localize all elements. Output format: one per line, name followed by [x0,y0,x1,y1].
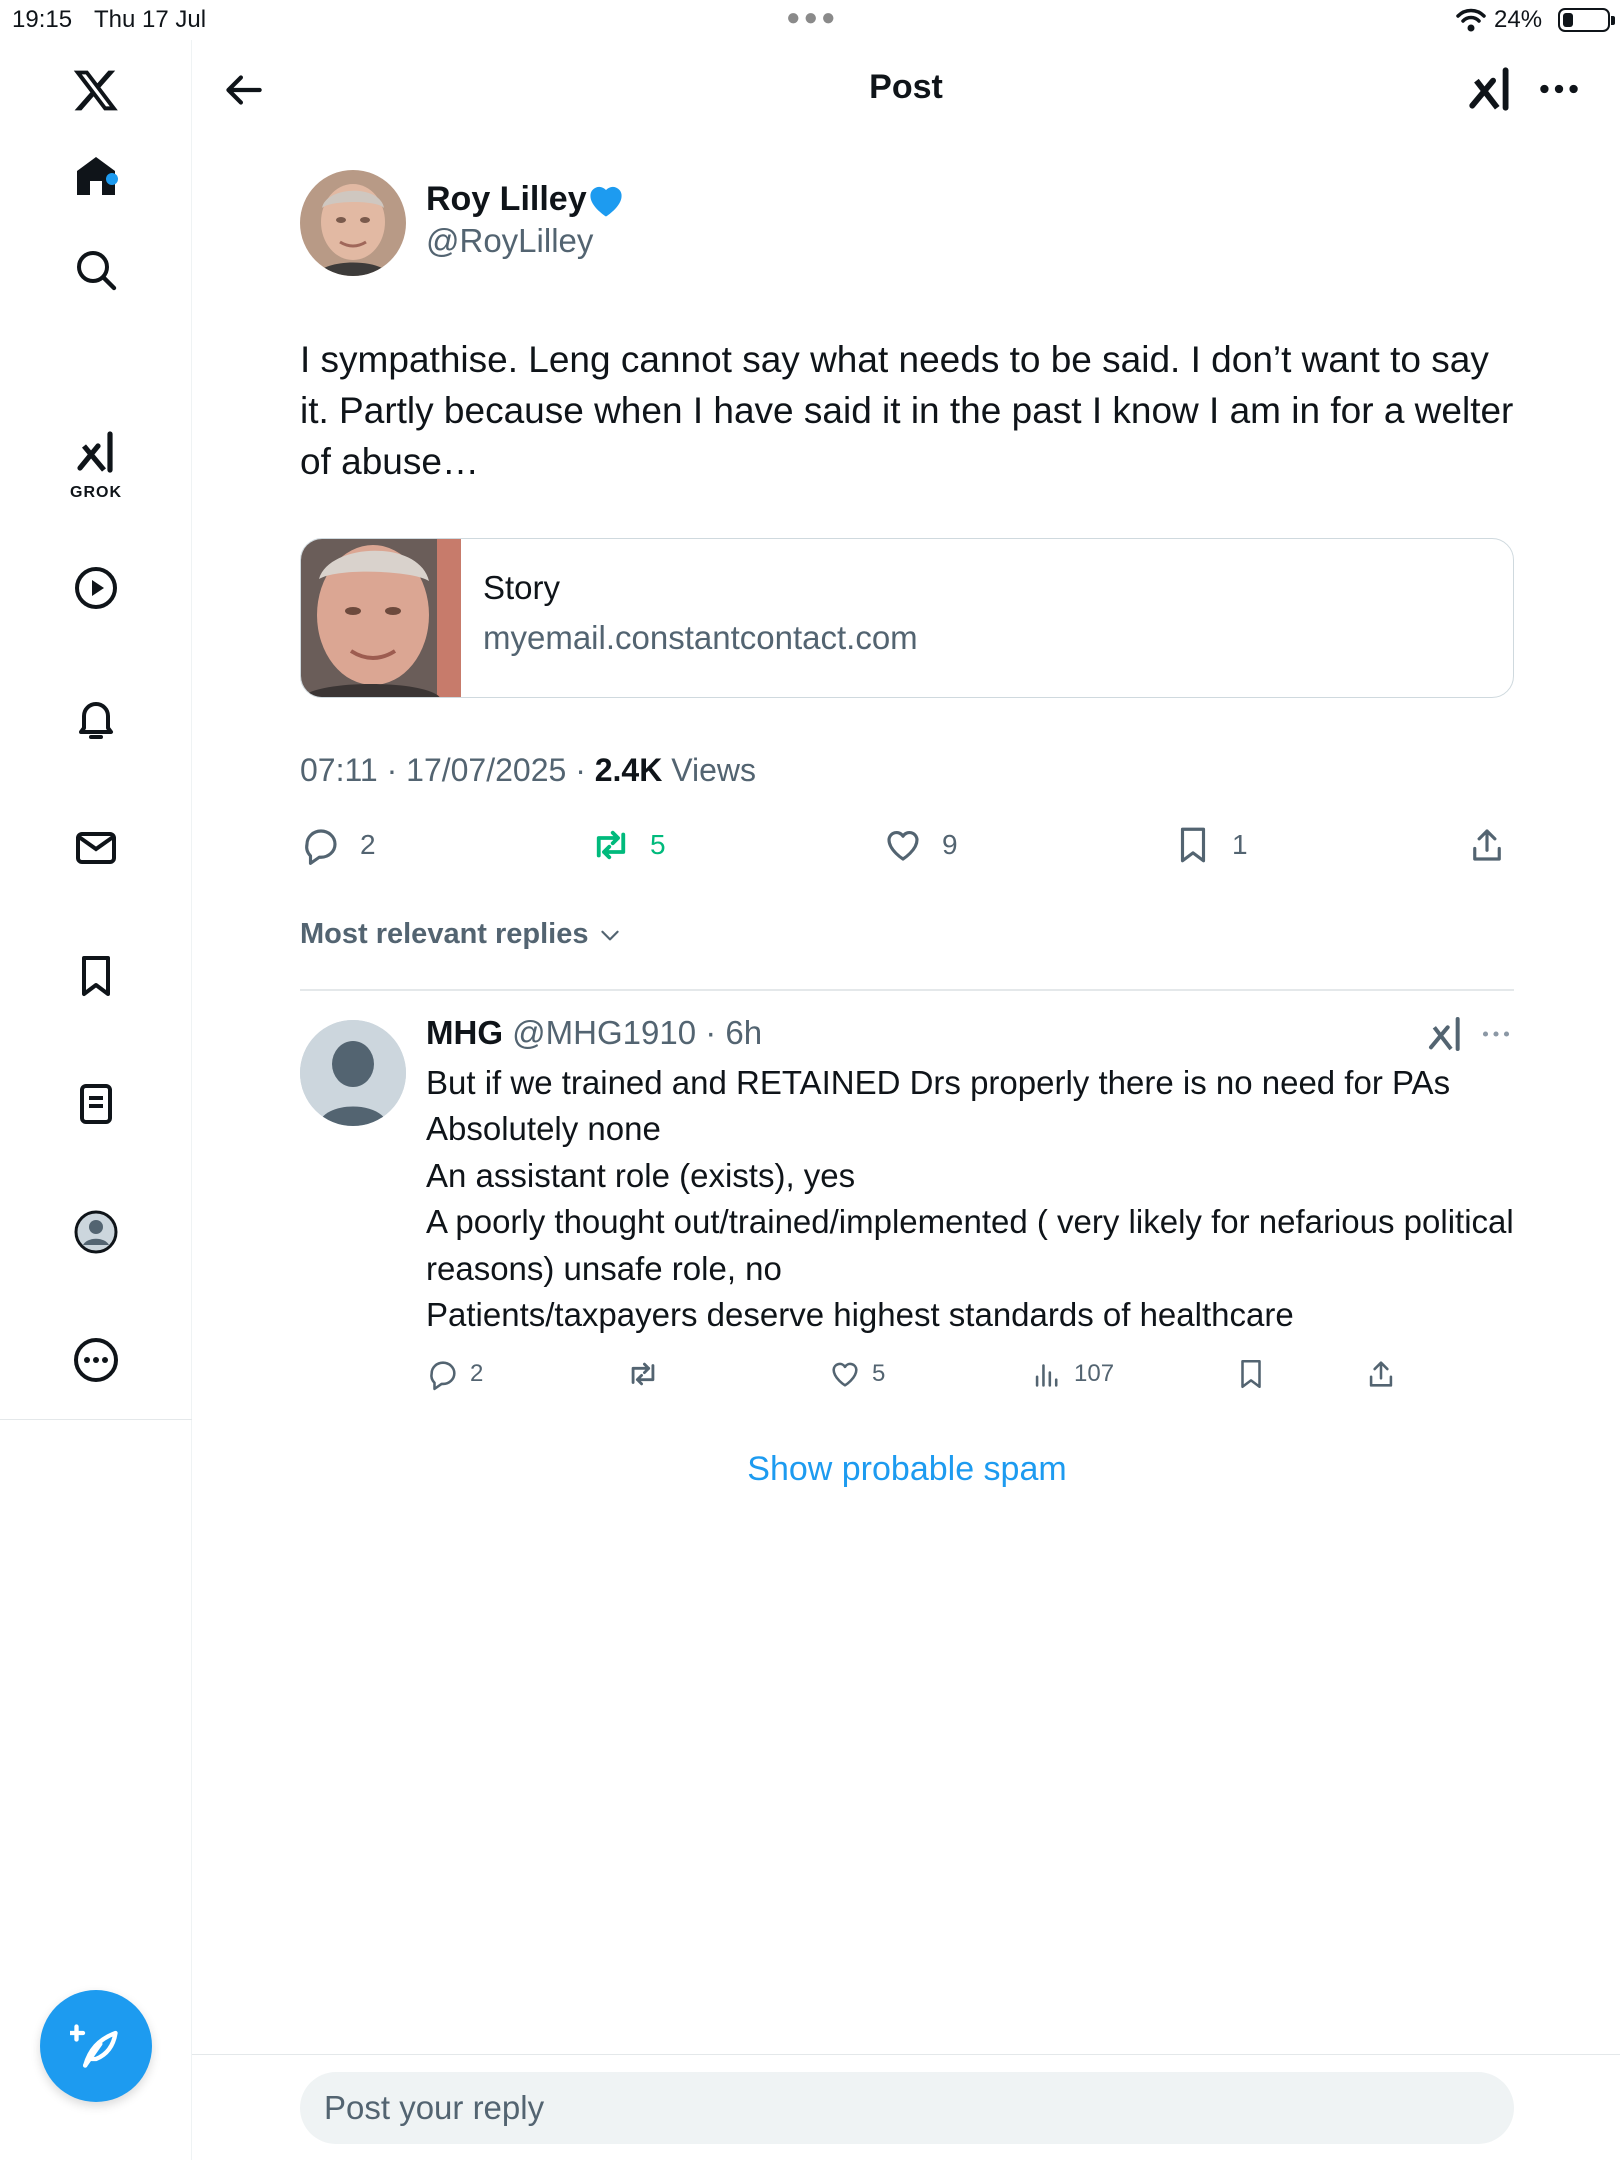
link-domain: myemail.constantcontact.com [483,619,918,656]
battery-icon [1558,8,1615,32]
post-meta: 07:11 · 17/07/2025 · 2.4K Views [300,752,756,789]
author-avatar[interactable] [300,170,406,276]
like-count: 9 [942,829,958,860]
share-icon [1369,1361,1393,1387]
grok-icon[interactable] [1426,1014,1466,1054]
sidebar-item-bookmarks[interactable] [66,946,126,1006]
profile-avatar-icon [74,1210,118,1254]
reply-like-button[interactable]: 5 [828,1352,885,1396]
reply-repost-button[interactable] [626,1352,660,1396]
reply-bookmark-button[interactable] [1234,1352,1268,1396]
sidebar-item-explore[interactable] [66,240,126,300]
post-timestamp[interactable]: 07:11 · 17/07/2025 · [300,752,595,788]
post-action-bar: 2 5 9 1 [300,818,1514,872]
reply-share-button[interactable] [1364,1352,1398,1396]
heart-icon [887,831,919,861]
grok-icon[interactable] [1466,64,1516,114]
views-label: Views [662,752,756,788]
reply-views-count: 107 [1074,1360,1115,1387]
show-probable-spam-link[interactable]: Show probable spam [300,1450,1514,1489]
more-circle-icon [74,1338,118,1382]
link-preview-card[interactable]: Story myemail.constantcontact.com [300,538,1514,698]
compose-post-button[interactable] [40,1990,152,2102]
author-handle[interactable]: @RoyLilley [426,222,593,260]
verified-heart-icon [590,186,622,217]
reply-header: MHG @MHG1910 · 6h [426,1014,762,1052]
like-button[interactable]: 9 [882,818,958,872]
home-notification-dot [106,173,118,185]
bookmark-count: 1 [1232,829,1248,860]
reply-reply-button[interactable]: 2 [426,1352,483,1396]
more-options-icon[interactable] [1534,64,1584,114]
sidebar-item-messages[interactable] [66,818,126,878]
reply-avatar[interactable] [300,1020,406,1126]
grok-label: GROK [70,484,122,501]
repost-icon [596,830,626,860]
chevron-down-icon [600,930,619,940]
reply-sort-dropdown[interactable]: Most relevant replies [300,918,623,951]
repost-button[interactable]: 5 [590,818,666,872]
repost-icon [631,1362,655,1386]
play-circle-icon [75,567,117,609]
wifi-icon [1456,8,1486,32]
sidebar-item-lists[interactable] [66,1074,126,1134]
search-icon [77,251,117,291]
sidebar-item-profile[interactable] [66,1202,126,1262]
mail-icon [76,832,116,864]
reply-composer-bar [192,2054,1620,2160]
reply-like-count: 5 [872,1360,886,1387]
reply-text: But if we trained and RETAINED Drs prope… [426,1064,1514,1334]
views-count: 2.4K [594,752,663,788]
reply-views-button[interactable]: 107 [1030,1352,1114,1396]
bookmark-icon [1180,827,1206,863]
reply-icon [305,829,337,865]
share-icon [1473,829,1501,861]
reply-count: 2 [360,829,376,860]
sidebar-item-more[interactable] [66,1330,126,1390]
heart-icon [832,1362,858,1387]
bookmark-icon [82,956,110,996]
reply-author-name[interactable]: MHG [426,1014,503,1051]
bookmark-icon [1241,1359,1261,1389]
reply-input[interactable] [300,2072,1514,2144]
status-time: 19:15 [12,6,73,33]
sidebar-item-notifications[interactable] [66,688,126,748]
sidebar-divider [0,1419,192,1420]
author-name[interactable]: Roy Lilley [426,180,587,219]
reply-reply-count: 2 [470,1360,484,1387]
grok-icon [77,431,113,473]
multitasking-dots-icon[interactable]: ●●● [786,4,839,32]
reply-action-bar: 2 5 107 [426,1352,1426,1396]
share-button[interactable] [1466,818,1508,872]
compose-feather-icon [70,2024,118,2068]
link-thumbnail [301,539,461,697]
link-title: Story [483,569,561,606]
bell-icon [79,702,113,739]
views-chart-icon [1035,1364,1058,1387]
bookmark-button[interactable]: 1 [1172,818,1248,872]
status-bar: 19:15 Thu 17 Jul ●●● 24% [0,0,1620,40]
list-icon [80,1084,112,1124]
reply-icon [430,1361,456,1391]
page-title: Post [869,68,943,106]
reply-handle-time: @MHG1910 · 6h [503,1014,763,1051]
section-divider [300,989,1514,991]
reply-button[interactable]: 2 [300,818,376,872]
sidebar-item-video[interactable] [66,558,126,618]
x-logo-icon[interactable] [66,60,126,120]
battery-percentage: 24% [1494,6,1543,33]
post-text: I sympathise. Leng cannot say what needs… [300,339,1514,482]
reply-sort-label: Most relevant replies [300,918,589,950]
sidebar-nav: GROK [0,40,192,2160]
sidebar-item-grok[interactable] [66,422,126,482]
post-header: Post [192,40,1620,140]
reply-more-icon[interactable] [1478,1016,1514,1052]
status-date: Thu 17 Jul [94,6,207,33]
repost-count: 5 [650,829,666,860]
